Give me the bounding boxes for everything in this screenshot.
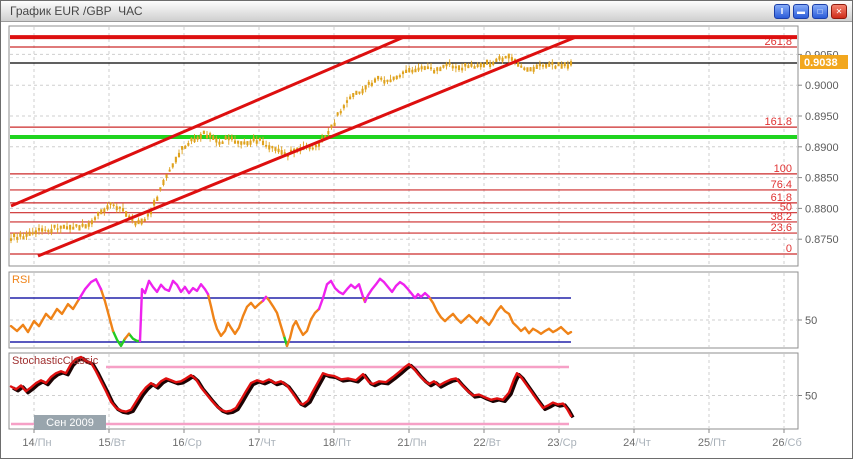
x-axis-label: 24/Чт <box>623 437 651 449</box>
month-label: Сен 2009 <box>46 417 94 429</box>
current-price-label: 0.9038 <box>804 57 838 69</box>
close-button[interactable]: ✕ <box>831 3 847 19</box>
stochastic-plot-area[interactable] <box>8 352 799 430</box>
x-axis-label: 14/Пн <box>22 437 51 449</box>
chart-window: График EUR /GBP ЧАС ‖ ▬ □ ✕ 261.8 161.8 10… <box>0 0 853 459</box>
price-axis-label: 0.8950 <box>805 111 839 123</box>
x-axis-label: 18/Пт <box>323 437 351 449</box>
price-axis-label: 0.8850 <box>805 173 839 185</box>
x-axis-label: 21/Пн <box>397 437 426 449</box>
fib-level-label: 0 <box>786 243 792 255</box>
x-axis-label: 25/Пт <box>698 437 726 449</box>
stoch-50-label: 50 <box>805 391 817 403</box>
fib-level-label: 161.8 <box>764 116 792 128</box>
price-axis-label: 0.8900 <box>805 142 839 154</box>
x-axis-label: 16/Ср <box>172 437 201 449</box>
fib-level-label: 76.4 <box>771 179 792 191</box>
price-axis-label: 0.9000 <box>805 80 839 92</box>
stochastic-label: StochasticClassic <box>12 355 99 367</box>
price-axis-label: 0.8750 <box>805 234 839 246</box>
x-axis-label: 23/Ср <box>547 437 576 449</box>
x-axis-label: 26/Сб <box>772 437 802 449</box>
title-bar[interactable]: График EUR /GBP ЧАС ‖ ▬ □ ✕ <box>1 1 852 22</box>
maximize-button[interactable]: □ <box>812 3 828 19</box>
window-title: График EUR /GBP ЧАС <box>10 4 143 18</box>
fib-level-label: 23.6 <box>771 222 792 234</box>
pin-button[interactable]: ‖ <box>774 3 790 19</box>
price-axis-label: 0.8800 <box>805 203 839 215</box>
chart-canvas: 261.8161.810076.461.85038.223.600.90500.… <box>8 25 848 449</box>
x-axis-label: 22/Вт <box>473 437 500 449</box>
price-plot-area[interactable] <box>8 25 799 267</box>
rsi-50-label: 50 <box>805 315 817 327</box>
rsi-label: RSI <box>12 274 30 286</box>
fib-level-label: 100 <box>774 163 792 175</box>
x-axis-label: 17/Чт <box>248 437 276 449</box>
minimize-button[interactable]: ▬ <box>793 3 809 19</box>
x-axis-label: 15/Вт <box>98 437 125 449</box>
